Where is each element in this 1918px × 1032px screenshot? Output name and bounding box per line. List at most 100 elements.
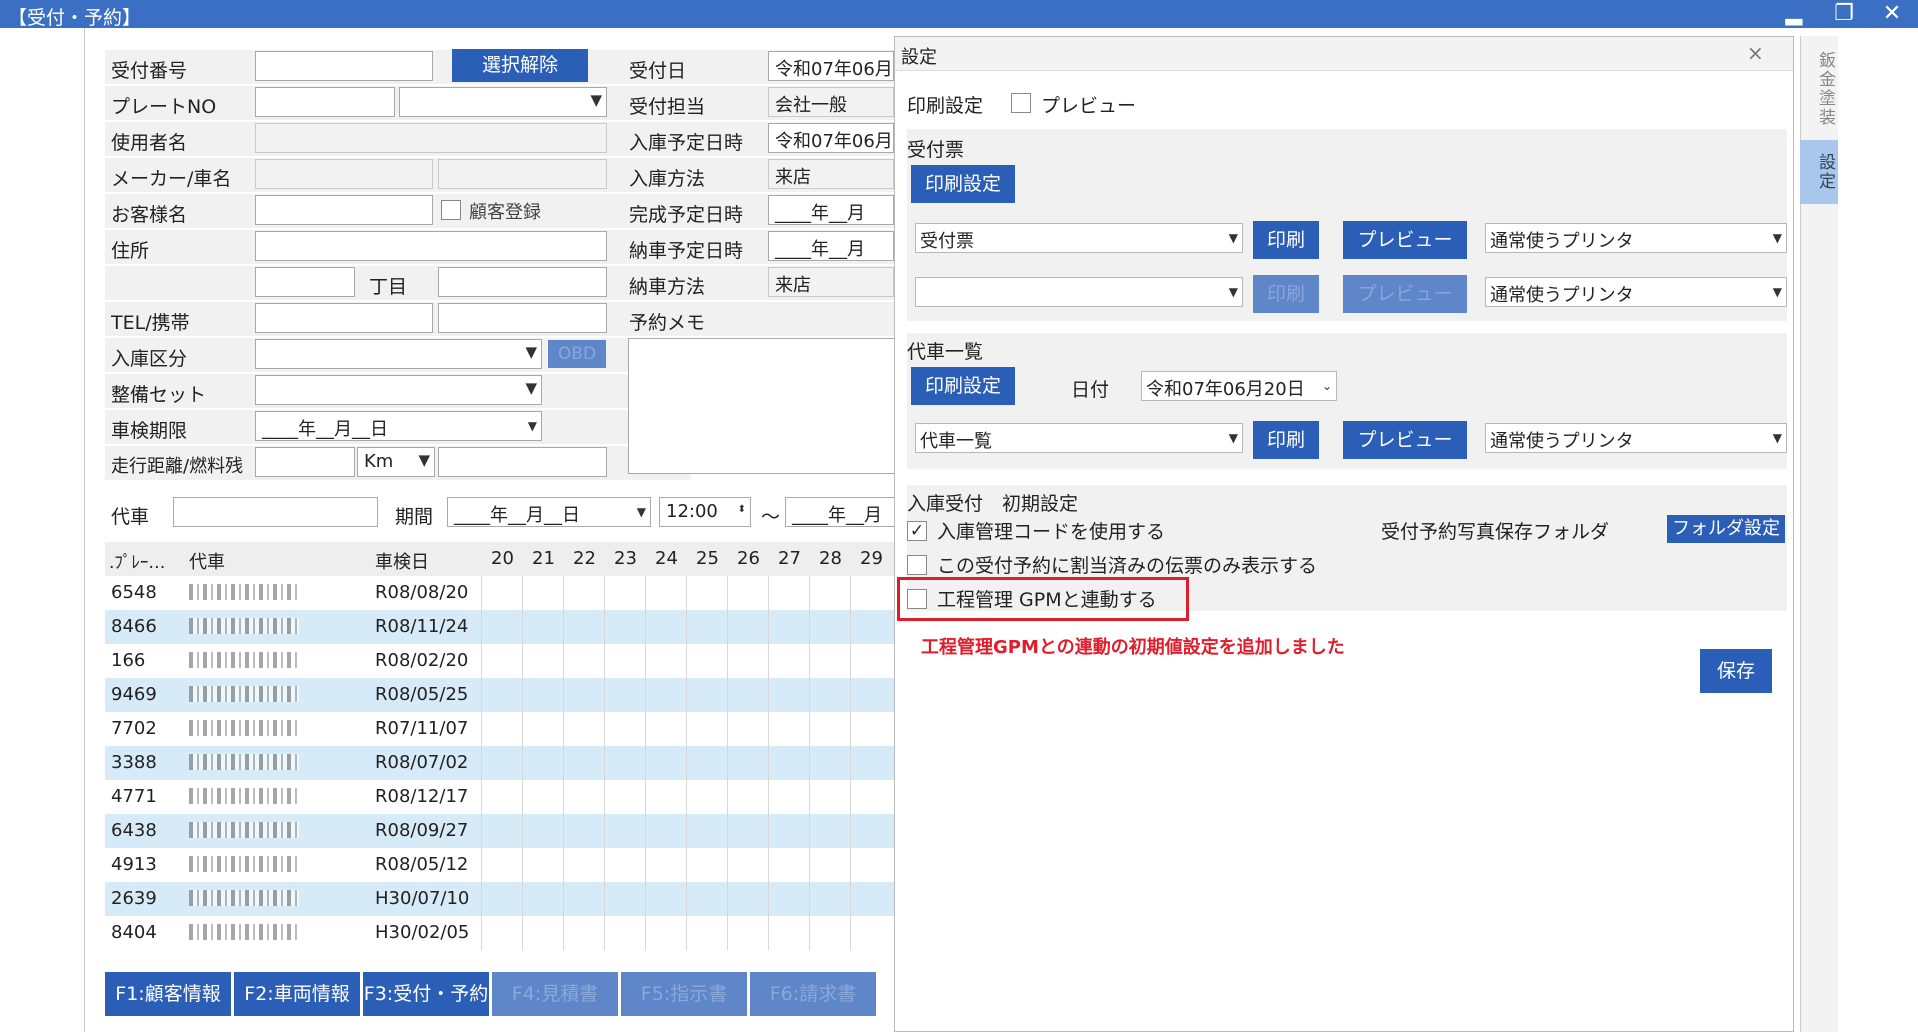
table-row[interactable]: 4771 R08/12/17 — [105, 780, 905, 814]
day-cell[interactable] — [563, 848, 604, 882]
day-cell[interactable] — [604, 678, 645, 712]
day-cell[interactable] — [645, 678, 686, 712]
day-cell[interactable] — [686, 678, 727, 712]
day-cell[interactable] — [809, 916, 850, 950]
f1-customer-button[interactable]: F1:顧客情報 — [105, 972, 231, 1016]
day-cell[interactable] — [727, 848, 768, 882]
reception-date-input[interactable]: 令和07年06月 — [768, 51, 894, 81]
day-cell[interactable] — [686, 644, 727, 678]
day-cell[interactable] — [563, 610, 604, 644]
day-cell[interactable] — [686, 814, 727, 848]
period-from-input[interactable]: ____年__月__日 ▼ — [447, 497, 651, 527]
day-cell[interactable] — [481, 678, 522, 712]
table-row[interactable]: 3388 R08/07/02 — [105, 746, 905, 780]
delivery-datetime-input[interactable]: ____年__月 — [768, 231, 894, 261]
spinner-icon[interactable]: ⬍ — [738, 504, 746, 515]
day-cell[interactable] — [481, 610, 522, 644]
day-cell[interactable] — [768, 678, 809, 712]
table-row[interactable]: 2639 H30/07/10 — [105, 882, 905, 916]
day-cell[interactable] — [563, 576, 604, 610]
day-cell[interactable] — [850, 746, 891, 780]
day-cell[interactable] — [481, 916, 522, 950]
receipt-doc-select-2[interactable]: ▼ — [915, 277, 1243, 307]
day-cell[interactable] — [809, 780, 850, 814]
address-chome-input[interactable] — [255, 267, 355, 297]
tel-input[interactable] — [255, 303, 433, 333]
day-cell[interactable] — [727, 916, 768, 950]
grid-header-car[interactable]: 代車 — [189, 548, 225, 574]
day-cell[interactable] — [645, 576, 686, 610]
day-cell[interactable] — [727, 882, 768, 916]
day-cell[interactable] — [686, 746, 727, 780]
day-cell[interactable] — [768, 746, 809, 780]
day-cell[interactable] — [727, 576, 768, 610]
loaner-doc-select[interactable]: 代車一覧 ▼ — [915, 423, 1243, 453]
day-cell[interactable] — [809, 746, 850, 780]
day-cell[interactable] — [481, 746, 522, 780]
day-cell[interactable] — [809, 814, 850, 848]
day-cell[interactable] — [645, 814, 686, 848]
loaner-printer-select[interactable]: 通常使うプリンタ ▼ — [1485, 423, 1787, 453]
day-cell[interactable] — [481, 780, 522, 814]
f5-instruction-button[interactable]: F5:指示書 — [621, 972, 747, 1016]
day-cell[interactable] — [768, 814, 809, 848]
memo-textarea[interactable] — [628, 338, 895, 474]
day-cell[interactable] — [686, 610, 727, 644]
tab-settings[interactable]: 設定 — [1800, 140, 1838, 204]
folder-settings-button[interactable]: フォルダ設定 — [1667, 515, 1785, 543]
receipt-preview-button-2[interactable]: プレビュー — [1343, 275, 1467, 313]
obd-button[interactable]: OBD — [548, 340, 606, 368]
period-to-input[interactable]: ____年__月 — [785, 497, 895, 527]
service-set-dropdown[interactable]: ▼ — [255, 375, 542, 405]
receipt-doc-select[interactable]: 受付票 ▼ — [915, 223, 1243, 253]
fuel-input[interactable] — [438, 447, 607, 477]
f3-reception-button[interactable]: F3:受付・予約 — [363, 972, 489, 1016]
table-row[interactable]: 6438 R08/09/27 — [105, 814, 905, 848]
day-cell[interactable] — [727, 746, 768, 780]
table-row[interactable]: 166 R08/02/20 — [105, 644, 905, 678]
day-cell[interactable] — [850, 712, 891, 746]
day-cell[interactable] — [563, 916, 604, 950]
f2-vehicle-button[interactable]: F2:車両情報 — [234, 972, 360, 1016]
day-cell[interactable] — [481, 814, 522, 848]
day-cell[interactable] — [768, 712, 809, 746]
day-cell[interactable] — [481, 712, 522, 746]
loaner-print-settings-button[interactable]: 印刷設定 — [911, 367, 1015, 405]
receipt-printer-select-2[interactable]: 通常使うプリンタ ▼ — [1485, 277, 1787, 307]
reception-no-input[interactable] — [255, 51, 433, 81]
grid-header-plate[interactable]: .ﾌﾟﾚｰ… — [109, 548, 165, 573]
day-cell[interactable] — [686, 712, 727, 746]
day-cell[interactable] — [768, 916, 809, 950]
loaner-preview-button[interactable]: プレビュー — [1343, 421, 1467, 459]
loaner-date-select[interactable]: 令和07年06月20日 ⌄ — [1141, 371, 1337, 401]
day-cell[interactable] — [645, 780, 686, 814]
day-cell[interactable] — [481, 644, 522, 678]
day-cell[interactable] — [686, 780, 727, 814]
day-cell[interactable] — [809, 576, 850, 610]
day-cell[interactable] — [686, 882, 727, 916]
receipt-print-button[interactable]: 印刷 — [1253, 221, 1319, 259]
day-cell[interactable] — [645, 916, 686, 950]
day-cell[interactable] — [481, 848, 522, 882]
day-cell[interactable] — [850, 610, 891, 644]
day-cell[interactable] — [645, 712, 686, 746]
maker-input[interactable] — [255, 159, 433, 189]
day-cell[interactable] — [522, 848, 563, 882]
day-cell[interactable] — [522, 814, 563, 848]
day-cell[interactable] — [809, 610, 850, 644]
customer-register-checkbox[interactable] — [441, 200, 461, 220]
day-cell[interactable] — [768, 882, 809, 916]
car-name-input[interactable] — [438, 159, 607, 189]
clear-selection-button[interactable]: 選択解除 — [452, 49, 588, 82]
arrival-datetime-input[interactable]: 令和07年06月 — [768, 123, 894, 153]
receipt-preview-button[interactable]: プレビュー — [1343, 221, 1467, 259]
day-cell[interactable] — [768, 576, 809, 610]
staff-input[interactable]: 会社一般 — [768, 87, 894, 117]
day-cell[interactable] — [481, 882, 522, 916]
day-cell[interactable] — [727, 678, 768, 712]
day-cell[interactable] — [727, 712, 768, 746]
day-cell[interactable] — [727, 644, 768, 678]
day-cell[interactable] — [727, 780, 768, 814]
day-cell[interactable] — [727, 814, 768, 848]
day-cell[interactable] — [563, 712, 604, 746]
